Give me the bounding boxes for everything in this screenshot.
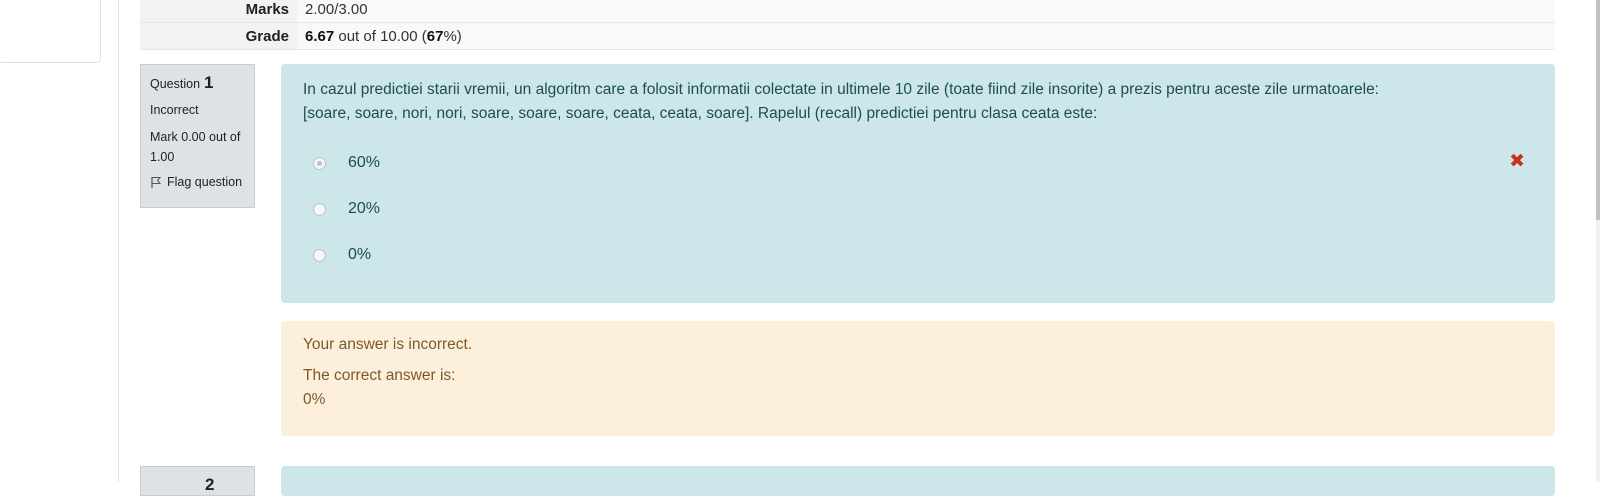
grade-row: Grade 6.67 out of 10.00 ( 67 %) [140, 23, 1555, 50]
answer-label: 60% [348, 154, 381, 171]
question-number: Question 1 [150, 73, 245, 93]
marks-row: Marks 2.00/3.00 [140, 0, 1555, 23]
grade-label: Grade [140, 23, 297, 49]
question-text-line2: [soare, soare, nori, nori, soare, soare,… [303, 105, 1098, 122]
feedback-box: Your answer is incorrect. The correct an… [281, 321, 1555, 436]
answer-label: 0% [348, 246, 372, 263]
answer-option[interactable]: 20% [303, 186, 1533, 232]
question-number-value: 1 [204, 73, 214, 92]
question-2-number: 2 [205, 475, 215, 494]
feedback-status: Your answer is incorrect. [303, 336, 473, 353]
grade-value: 6.67 out of 10.00 ( 67 %) [297, 23, 1555, 49]
grade-end: %) [443, 27, 462, 45]
question-2-formulation [281, 466, 1555, 496]
left-drawer-panel [0, 0, 101, 63]
grade-score: 6.67 [305, 27, 335, 45]
answer-label: 20% [348, 200, 381, 217]
question-text-line1: In cazul predictiei starii vremii, un al… [303, 81, 1379, 98]
grade-middle: out of 10.00 ( [334, 27, 427, 45]
correct-answer-value: 0% [303, 391, 326, 408]
answer-radio[interactable] [313, 248, 326, 262]
answer-options: 60% 20% 0% [303, 140, 1533, 278]
question-text: In cazul predictiei starii vremii, un al… [303, 78, 1533, 126]
question-prefix: Question [150, 77, 201, 91]
quiz-summary-table: Marks 2.00/3.00 Grade 6.67 out of 10.00 … [140, 0, 1555, 50]
question-formulation: In cazul predictiei starii vremii, un al… [281, 64, 1555, 303]
answer-option[interactable]: 0% [303, 232, 1533, 278]
region-divider [118, 0, 119, 482]
cross-icon: ✖ [1509, 151, 1525, 172]
marks-value: 2.00/3.00 [297, 0, 1555, 22]
question-info-panel: Question 1 Incorrect Mark 0.00 out of 1.… [140, 64, 255, 208]
question-state: Incorrect [150, 103, 199, 117]
flag-question-link[interactable]: Flag question [150, 175, 245, 189]
scrollbar-thumb[interactable] [1596, 0, 1600, 220]
grade-percent: 67 [426, 27, 444, 45]
flag-question-label: Flag question [167, 175, 243, 189]
answer-radio-selected[interactable] [313, 156, 326, 170]
marks-label: Marks [140, 0, 297, 22]
question-2-info-panel: 2 [140, 466, 255, 496]
question-grade: Mark 0.00 out of 1.00 [150, 130, 241, 164]
scrollbar[interactable] [1596, 0, 1600, 482]
answer-option[interactable]: 60% [303, 140, 1533, 186]
correct-answer-label: The correct answer is: [303, 367, 456, 384]
flag-icon [150, 176, 162, 189]
answer-radio[interactable] [313, 202, 326, 216]
